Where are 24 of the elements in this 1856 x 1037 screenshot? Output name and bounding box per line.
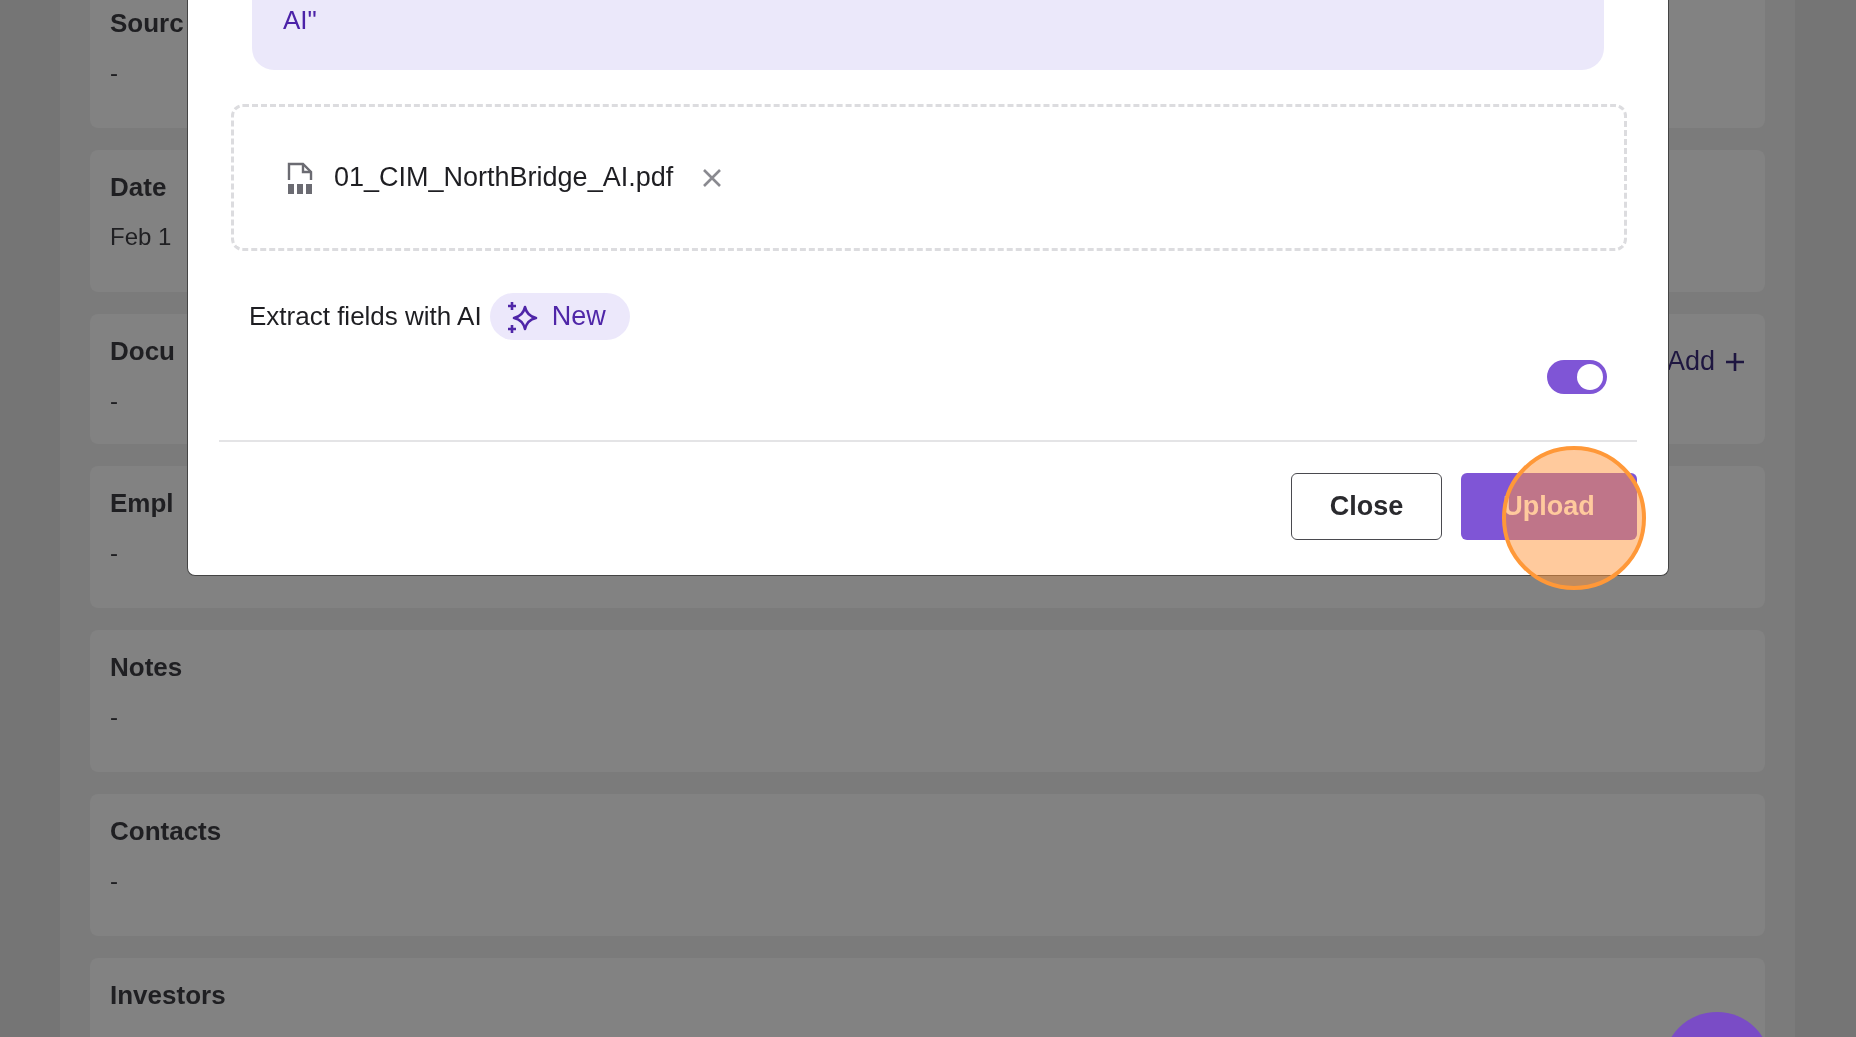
extract-toggle[interactable]	[1547, 360, 1607, 394]
field-label: Notes	[110, 652, 183, 683]
field-value: -	[110, 867, 118, 895]
field-value: Feb 1	[110, 223, 172, 251]
drop-zone[interactable]: 01_CIM_NorthBridge_AI.pdf	[231, 104, 1627, 251]
field-value: -	[110, 539, 118, 567]
field-value: -	[110, 387, 118, 415]
field-value: -	[110, 59, 118, 87]
close-icon	[701, 166, 724, 189]
file-name: 01_CIM_NorthBridge_AI.pdf	[334, 162, 674, 193]
prompt-text: AI"	[283, 5, 317, 36]
add-link[interactable]: Add	[1666, 346, 1715, 377]
extract-label: Extract fields with AI	[249, 301, 482, 332]
plus-icon	[1725, 351, 1745, 372]
sparkle-icon	[505, 299, 540, 334]
badge-text: New	[551, 301, 606, 332]
field-label: Empl	[110, 488, 174, 519]
close-button[interactable]: Close	[1291, 473, 1442, 540]
field-label: Docu	[110, 336, 175, 367]
field-label: Contacts	[110, 816, 222, 847]
field-label: Date	[110, 172, 167, 203]
field-label: Sourc	[110, 8, 184, 39]
field-label: Investors	[110, 980, 226, 1011]
field-value: -	[110, 703, 118, 731]
